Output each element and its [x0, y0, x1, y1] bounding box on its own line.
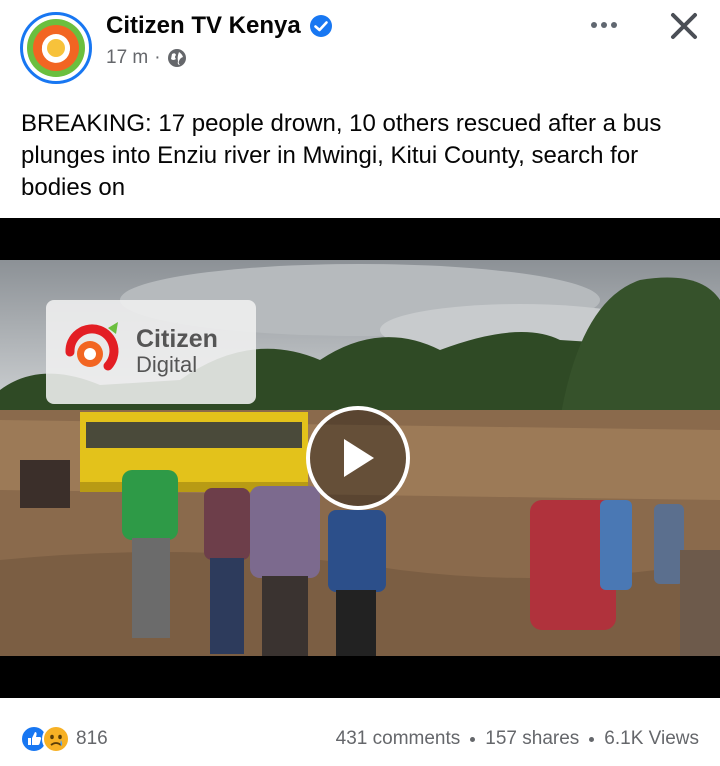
meta-separator: ·	[154, 47, 161, 68]
brand-text: Citizen Digital	[136, 326, 218, 378]
globe-icon	[167, 49, 186, 67]
citizen-logo-icon	[27, 19, 85, 77]
reaction-icons	[20, 725, 70, 753]
more-options-button[interactable]	[584, 10, 624, 40]
citizen-digital-logo-icon	[65, 322, 119, 371]
page-name-row: Citizen TV Kenya	[106, 12, 333, 40]
sad-icon	[42, 725, 70, 753]
more-dot-icon	[601, 22, 607, 28]
page-name[interactable]: Citizen TV Kenya	[106, 12, 301, 40]
more-dot-icon	[611, 22, 617, 28]
citizen-digital-watermark: Citizen Digital	[46, 300, 256, 404]
brand-line-2: Digital	[136, 352, 198, 377]
close-button[interactable]	[664, 6, 704, 46]
page-avatar[interactable]	[20, 12, 92, 84]
engagement-stats: 431 comments 157 shares 6.1K Views	[336, 728, 699, 750]
video-player[interactable]: Citizen Digital	[0, 218, 720, 698]
post-footer: 816 431 comments 157 shares 6.1K Views	[0, 712, 720, 766]
stat-separator	[589, 736, 595, 742]
close-icon	[671, 13, 697, 39]
reactions-summary[interactable]: 816	[20, 725, 108, 753]
views-count[interactable]: 6.1K Views	[604, 728, 699, 750]
comments-count[interactable]: 431 comments	[336, 728, 461, 750]
post-text: BREAKING: 17 people drown, 10 others res…	[21, 110, 662, 201]
play-button[interactable]	[306, 406, 410, 510]
post-meta: 17 m ·	[106, 47, 187, 69]
stat-separator	[470, 736, 476, 742]
shares-count[interactable]: 157 shares	[485, 728, 579, 750]
post-header: Citizen TV Kenya 17 m ·	[0, 0, 720, 96]
reaction-count: 816	[76, 728, 108, 749]
brand-line-1: Citizen	[136, 325, 218, 353]
verified-badge-icon	[309, 15, 332, 37]
more-dot-icon	[591, 22, 597, 28]
post-timestamp[interactable]: 17 m	[106, 47, 148, 69]
play-icon	[344, 439, 374, 477]
